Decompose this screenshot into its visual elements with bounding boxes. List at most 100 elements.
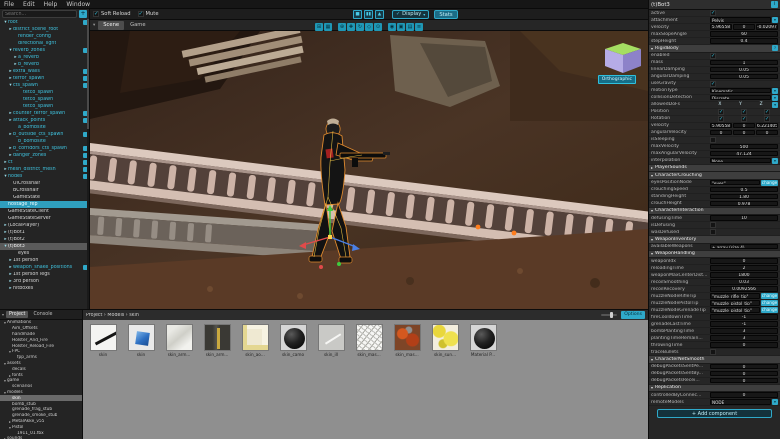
menu-window[interactable]: Window (66, 1, 90, 8)
number-field[interactable]: 3 (710, 328, 778, 334)
tree-item[interactable]: ▸ mesh_district_mesh (0, 166, 89, 173)
tree-item[interactable]: ▸ b_outside_cts_spawn (0, 131, 89, 138)
text-field[interactable]: "eyes" (710, 180, 760, 186)
chevron-down-icon[interactable]: ▾ (772, 88, 778, 94)
chevron-down-icon[interactable]: ▾ (651, 357, 653, 362)
tree-item[interactable]: ▾ nodes (0, 173, 89, 180)
tab-game[interactable]: Game (125, 21, 150, 30)
chevron-down-icon[interactable]: ▾ (772, 158, 778, 164)
section-header[interactable]: ▾ CharacterNetSmooth (649, 356, 780, 364)
options-button[interactable]: Options (621, 311, 645, 319)
nav-point[interactable] (512, 231, 517, 236)
number-field[interactable]: 5.96558 (710, 24, 732, 30)
display-dropdown[interactable]: ✓ Display ▾ (392, 10, 429, 19)
asset-item[interactable]: skin_arm... (200, 324, 234, 357)
number-field[interactable]: 1 (710, 60, 778, 66)
checkbox-icon[interactable]: ✓ (710, 81, 716, 87)
section-header[interactable]: ▾ RigidBody ? (649, 45, 780, 53)
number-field[interactable]: 0.5 (710, 187, 778, 193)
grid-icon[interactable]: ▦ (324, 23, 332, 31)
number-field[interactable]: 0.978 (710, 201, 778, 207)
tree-item[interactable]: ▸ terror_spawn (0, 75, 89, 82)
number-field[interactable]: 0 (710, 378, 778, 384)
text-field[interactable]: "muzzle_pistol_tip" (710, 307, 760, 313)
stats-button[interactable]: Stats (434, 10, 457, 19)
add-entity-button[interactable]: + (79, 10, 87, 18)
tree-item[interactable]: ▾ reverb_zones (0, 47, 89, 54)
tree-item[interactable]: GameState (0, 194, 89, 201)
orthographic-button[interactable]: Orthographic (598, 75, 636, 84)
tree-item[interactable]: ▸ ct (0, 159, 89, 166)
chevron-down-icon[interactable]: ▾ (93, 23, 95, 28)
checkbox-icon[interactable]: ✓ (138, 11, 144, 17)
tree-item[interactable]: ▸ counter_terror_spawn (0, 110, 89, 117)
tree-item[interactable]: ▸ weapon_shake_positions (0, 264, 89, 271)
tree-item[interactable]: GameStateClient (0, 208, 89, 215)
pause-button[interactable]: ▮▮ (364, 10, 373, 19)
tree-item[interactable]: ▸ extra_walls (0, 68, 89, 75)
asset-thumbnail[interactable] (318, 324, 345, 351)
asset-thumbnail[interactable] (90, 324, 117, 351)
asset-thumbnail[interactable] (356, 324, 383, 351)
number-field[interactable]: 5.90558 (710, 123, 732, 129)
number-field[interactable]: -1 (710, 321, 778, 327)
number-field[interactable]: 0.05 (710, 67, 778, 73)
viewport-3d-scene[interactable]: Orthographic (90, 31, 648, 309)
asset-thumbnail[interactable] (166, 324, 193, 351)
tree-item[interactable]: ▸ (t)Bot2 (0, 236, 89, 243)
search-input[interactable] (2, 10, 77, 18)
select-field[interactable]: Pelvis (710, 17, 771, 23)
asset-thumbnail[interactable] (432, 324, 459, 351)
rotate-icon[interactable]: ↻ (356, 23, 364, 31)
info-button[interactable]: i (771, 1, 778, 8)
tree-item[interactable]: ▸ (t)Bot1 (0, 229, 89, 236)
tree-item[interactable]: ▸ b_corridors_cts_spawn (0, 145, 89, 152)
asset-thumbnail[interactable] (394, 324, 421, 351)
chevron-down-icon[interactable]: ▾ (772, 399, 778, 405)
section-header[interactable]: ▾ WeaponHandling (649, 251, 780, 259)
slider-knob[interactable] (610, 312, 613, 318)
add-component-button[interactable]: + Add component (657, 409, 772, 418)
section-header[interactable]: ▾ Replication (649, 385, 780, 393)
asset-thumbnail[interactable] (470, 324, 497, 351)
tree-item[interactable]: tetco_spawn (0, 89, 89, 96)
stats-icon[interactable]: ≡ (415, 23, 423, 31)
number-field[interactable]: 6.221405 (756, 123, 778, 129)
number-field[interactable]: 0 (733, 24, 755, 30)
tree-item[interactable]: ▸ (LocalPlayer) (0, 222, 89, 229)
checkbox-icon[interactable]: ✓ (764, 109, 770, 115)
wireframe-icon[interactable]: ▤ (406, 23, 414, 31)
chevron-down-icon[interactable]: ▾ (772, 17, 778, 23)
maximize-icon[interactable]: ⊞ (315, 23, 323, 31)
number-field[interactable]: 0 (710, 371, 778, 377)
section-header[interactable]: ▸ PlayerSounds (649, 165, 780, 173)
number-field[interactable]: 2 (710, 265, 778, 271)
change-button[interactable]: change (761, 307, 778, 313)
select-icon[interactable]: ⊕ (338, 23, 346, 31)
number-field[interactable]: 10 (710, 215, 778, 221)
number-field[interactable]: -0.020975 (756, 24, 778, 30)
menu-edit[interactable]: Edit (23, 1, 35, 8)
checkbox-icon[interactable] (710, 222, 716, 228)
number-field[interactable]: 0 (710, 392, 778, 398)
chevron-down-icon[interactable]: ▾ (651, 173, 653, 178)
select-field[interactable]: NODE (710, 399, 771, 405)
tree-item[interactable]: ▾ cts_spawn (0, 82, 89, 89)
scene-tree-scrollbar[interactable] (87, 19, 89, 309)
number-field[interactable]: 47.124 (710, 151, 778, 157)
tree-item[interactable]: hostage_rep (0, 201, 89, 208)
tab-console[interactable]: Console (30, 311, 55, 318)
checkbox-icon[interactable]: ✓ (718, 116, 724, 122)
change-button[interactable]: change (761, 300, 778, 306)
scrollbar-thumb[interactable] (87, 19, 89, 129)
dof-options-button[interactable]: ▾ (772, 102, 778, 108)
camera-icon[interactable]: ◉ (388, 23, 396, 31)
checkbox-icon[interactable] (710, 137, 716, 143)
section-header[interactable]: ▾ WeaponInventory (649, 236, 780, 244)
number-field[interactable]: 0 (710, 130, 732, 136)
number-field[interactable]: 0.0092566 (710, 286, 778, 292)
tree-item[interactable]: ▸ attack_points (0, 117, 89, 124)
nav-point[interactable] (476, 225, 481, 230)
section-header[interactable]: ▾ CharacterInteraction (649, 208, 780, 216)
checkbox-icon[interactable]: ✓ (93, 11, 99, 17)
